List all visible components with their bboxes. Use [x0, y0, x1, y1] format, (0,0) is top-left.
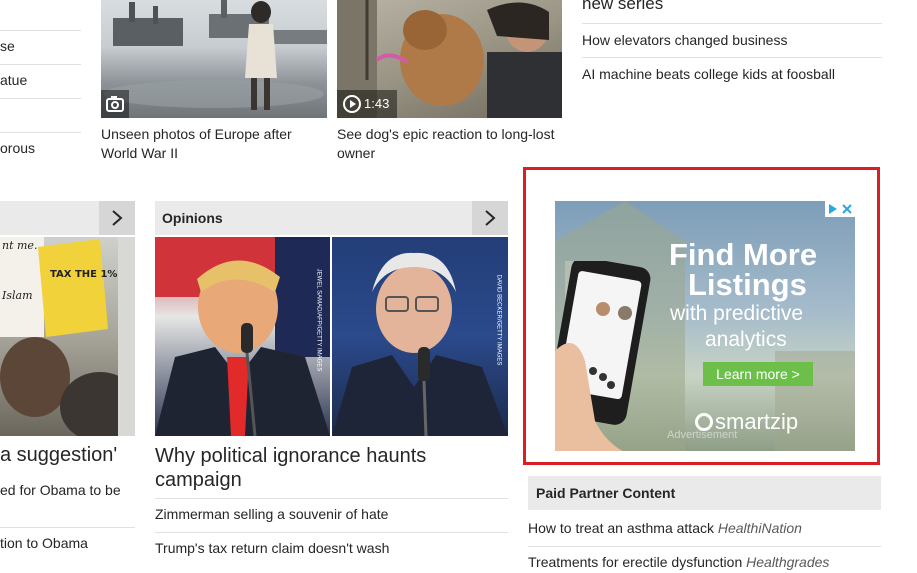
dog-video-thumbnail[interactable]: 1:43: [337, 0, 562, 118]
opinions-title[interactable]: Opinions: [162, 210, 223, 226]
candidate-illustration: [332, 252, 508, 436]
paid-item-asthma[interactable]: How to treat an asthma attack HealthiNat…: [528, 520, 802, 536]
sign-text: TAX THE 1%: [50, 269, 117, 280]
opinions-next-button[interactable]: [472, 201, 508, 235]
europe-caption[interactable]: Unseen photos of Europe after World War …: [101, 125, 327, 163]
paid-partner-title: Paid Partner Content: [536, 485, 676, 501]
europe-photo[interactable]: [101, 0, 327, 118]
trump-photo[interactable]: JEWEL SAMAD/AFP/GETTY IMAGES: [155, 237, 330, 436]
camera-badge: [101, 90, 129, 118]
photo-credit: DAVID BECKER/GETTY IMAGES: [495, 274, 502, 366]
chevron-right-icon: [112, 210, 123, 226]
left-link-3[interactable]: orous: [0, 140, 81, 156]
divider: [0, 527, 135, 528]
paid-item-source: Healthgrades: [746, 554, 830, 570]
divider: [528, 546, 881, 547]
opinions-headline[interactable]: Why political ignorance haunts campaign: [155, 444, 508, 492]
elevators-link[interactable]: How elevators changed business: [582, 32, 787, 48]
ad-sub-line1: with predictive: [670, 302, 804, 325]
left-link-1[interactable]: se: [0, 38, 81, 54]
ad-cta-button[interactable]: Learn more >: [703, 362, 813, 386]
divider: [155, 498, 508, 499]
paid-item-text: Treatments for erectile dysfunction: [528, 554, 743, 570]
opinions-header: Opinions: [155, 201, 508, 235]
phone-in-hand: [555, 261, 651, 451]
dog-caption[interactable]: See dog's epic reaction to long-lost own…: [337, 125, 562, 163]
left-section-next-button[interactable]: [99, 201, 135, 235]
candidate-illustration: [155, 237, 330, 436]
protest-photo[interactable]: nt me. Islam TAX THE 1%: [0, 237, 135, 436]
divider: [582, 23, 882, 24]
paid-item-source: HealthiNation: [717, 520, 802, 536]
left-link-2[interactable]: atue: [0, 72, 81, 88]
divider: [0, 132, 81, 133]
sign-text: nt me.: [2, 239, 37, 252]
adchoices-icon: [829, 204, 852, 214]
ad-watermark: Advertisement: [667, 429, 738, 441]
ad-sub-line2: analytics: [705, 328, 787, 351]
ad-choices-icons[interactable]: [825, 201, 855, 217]
divider: [0, 64, 81, 65]
photo-credit: JEWEL SAMAD/AFP/GETTY IMAGES: [315, 268, 322, 372]
divider: [582, 57, 882, 58]
left-section-link-1[interactable]: ed for Obama to be: [0, 482, 121, 498]
zimmerman-link[interactable]: Zimmerman selling a souvenir of hate: [155, 506, 388, 522]
protest-illustration: nt me. Islam TAX THE 1%: [0, 237, 135, 436]
chevron-right-icon: [485, 210, 496, 226]
smartzip-ad[interactable]: Find More Listings with predictive analy…: [555, 201, 855, 451]
left-section-link-2[interactable]: tion to Obama: [0, 535, 88, 551]
foosball-link[interactable]: AI machine beats college kids at foosbal…: [582, 66, 835, 82]
divider: [0, 30, 81, 31]
left-section-headline[interactable]: a suggestion': [0, 444, 117, 467]
left-section-header: [0, 201, 135, 235]
series-heading[interactable]: new series: [582, 0, 663, 14]
sanders-photo[interactable]: DAVID BECKER/GETTY IMAGES: [332, 237, 508, 436]
ship-wreck-illustration: [104, 0, 327, 110]
trump-tax-link[interactable]: Trump's tax return claim doesn't wash: [155, 540, 389, 556]
divider: [0, 98, 81, 99]
paid-item-ed[interactable]: Treatments for erectile dysfunction Heal…: [528, 554, 829, 570]
divider: [155, 532, 508, 533]
sign-text: Islam: [1, 289, 33, 302]
paid-item-text: How to treat an asthma attack: [528, 520, 714, 536]
video-duration: 1:43: [364, 96, 390, 111]
play-badge[interactable]: 1:43: [337, 90, 397, 118]
ad-headline-line2: Listings: [688, 267, 807, 302]
camera-icon: [106, 96, 124, 112]
play-icon: [343, 95, 361, 113]
paid-partner-header: Paid Partner Content: [528, 476, 881, 510]
